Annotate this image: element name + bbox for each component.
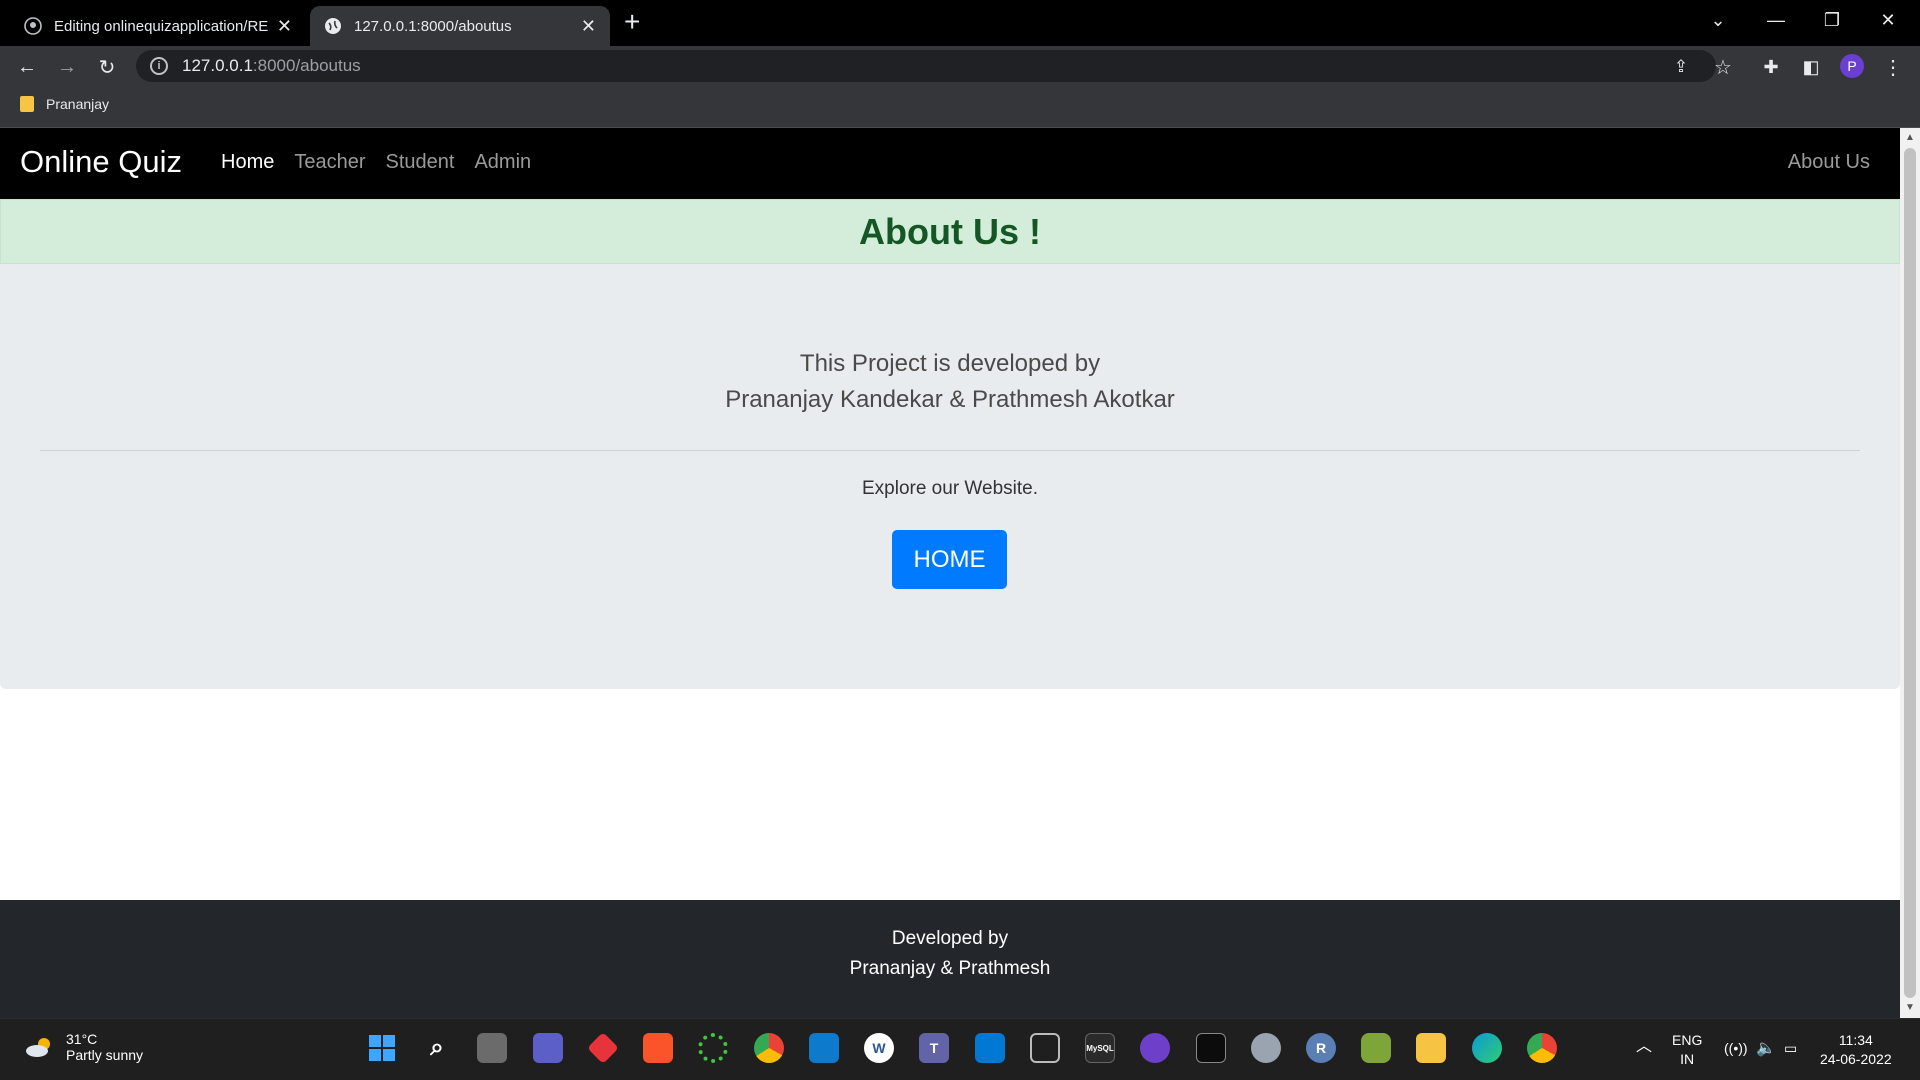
lead-line-2: Prananjay Kandekar & Prathmesh Akotkar	[725, 386, 1175, 413]
restore-button[interactable]: ❐	[1804, 0, 1860, 40]
developer-lead: This Project is developed by Prananjay K…	[0, 346, 1900, 418]
lead-line-1: This Project is developed by	[799, 350, 1101, 377]
r-icon[interactable]: R	[1306, 1033, 1336, 1063]
start-windows-icon[interactable]	[367, 1033, 397, 1063]
weather-widget[interactable]: 31°C Partly sunny	[24, 1031, 143, 1063]
app-blue-doc-icon[interactable]	[975, 1033, 1005, 1063]
back-icon[interactable]: ←	[14, 54, 40, 80]
region-code: IN	[1680, 1051, 1695, 1067]
nav-about-us[interactable]: About Us	[1788, 151, 1870, 174]
site-brand[interactable]: Online Quiz	[20, 144, 182, 180]
clock[interactable]: 11:34 24-06-2022	[1820, 1031, 1892, 1069]
battery-icon[interactable]: ▭	[1784, 1039, 1797, 1058]
jumbotron: This Project is developed by Prananjay K…	[0, 264, 1900, 689]
url-host: 127.0.0.1	[182, 56, 253, 75]
bookmark-star-icon[interactable]: ☆	[1710, 54, 1736, 80]
about-alert-banner: About Us !	[0, 199, 1900, 264]
windows-taskbar: 31°C Partly sunny ⌕ W T MySQL R ︿ ENG IN…	[0, 1018, 1920, 1080]
share-icon[interactable]: ⇪	[1668, 54, 1694, 80]
divider	[40, 450, 1860, 451]
app-green-ring-icon[interactable]	[698, 1033, 728, 1063]
temperature: 31°C	[66, 1031, 98, 1047]
app-cube-icon[interactable]	[1030, 1033, 1060, 1063]
weather-condition: Partly sunny	[66, 1047, 144, 1063]
github-desktop-icon[interactable]	[1140, 1033, 1170, 1063]
bookmarks-bar: Prananjay	[0, 86, 1920, 128]
chat-icon[interactable]	[533, 1033, 563, 1063]
browser-toolbar: ← → ↻ i 127.0.0.1:8000/aboutus ⇪ ☆ ✚ ◧ P…	[0, 46, 1920, 86]
address-bar[interactable]: i 127.0.0.1:8000/aboutus	[136, 50, 1716, 82]
footer-line-1: Developed by	[891, 928, 1009, 949]
site-info-icon[interactable]: i	[150, 57, 168, 75]
teams-icon[interactable]: T	[919, 1033, 949, 1063]
app-red-diamond-icon[interactable]	[587, 1032, 619, 1064]
reload-icon[interactable]: ↻	[94, 54, 120, 80]
new-tab-button[interactable]: +	[624, 8, 640, 36]
close-window-button[interactable]: ✕	[1860, 0, 1916, 40]
brave-icon[interactable]	[643, 1033, 673, 1063]
page-scrollbar[interactable]: ▲ ▼	[1900, 128, 1920, 1018]
tab-title: 127.0.0.1:8000/aboutus	[354, 17, 512, 35]
home-button[interactable]: HOME	[892, 530, 1007, 589]
forward-icon[interactable]: →	[54, 54, 80, 80]
minimize-button[interactable]: —	[1748, 0, 1804, 40]
edge-icon[interactable]	[1472, 1033, 1502, 1063]
profile-avatar[interactable]: P	[1840, 54, 1864, 78]
close-tab-icon[interactable]: ✕	[581, 16, 596, 37]
tab-title: Editing onlinequizapplication/RE	[54, 17, 269, 35]
url-path: :8000/aboutus	[252, 56, 361, 75]
github-icon	[24, 17, 42, 35]
date: 24-06-2022	[1820, 1051, 1892, 1067]
language-indicator[interactable]: ENG IN	[1672, 1031, 1702, 1069]
app-hexagon-icon[interactable]	[1361, 1033, 1391, 1063]
footer-line-2: Prananjay & Prathmesh	[849, 958, 1051, 979]
time: 11:34	[1838, 1032, 1873, 1048]
site-footer: Developed by Prananjay & Prathmesh	[0, 900, 1900, 1018]
word-icon[interactable]: W	[864, 1033, 894, 1063]
tray-chevron-icon[interactable]: ︿	[1636, 1037, 1652, 1056]
search-icon[interactable]: ⌕	[422, 1033, 452, 1063]
folder-icon	[20, 96, 34, 112]
language-code: ENG	[1672, 1032, 1703, 1048]
file-explorer-icon[interactable]	[1416, 1033, 1446, 1063]
browser-chrome: Editing onlinequizapplication/RE ✕ 127.0…	[0, 0, 1920, 128]
tab-search-icon[interactable]: ⌄	[1690, 0, 1746, 40]
tab-github-editor[interactable]: Editing onlinequizapplication/RE ✕	[10, 6, 306, 46]
tab-aboutus[interactable]: 127.0.0.1:8000/aboutus ✕	[310, 6, 610, 46]
bookmark-folder-prananjay[interactable]: Prananjay	[20, 96, 109, 112]
wifi-icon[interactable]: ((•))	[1724, 1039, 1748, 1058]
volume-icon[interactable]: 🔈	[1756, 1039, 1776, 1058]
nav-teacher[interactable]: Teacher	[294, 151, 365, 174]
scroll-thumb[interactable]	[1904, 148, 1916, 998]
globe-icon	[324, 17, 342, 35]
app-gear-icon[interactable]	[1251, 1033, 1281, 1063]
nav-home[interactable]: Home	[221, 151, 274, 174]
terminal-icon[interactable]	[1196, 1033, 1226, 1063]
chrome-icon[interactable]	[754, 1033, 784, 1063]
page-title: About Us !	[859, 210, 1041, 252]
tab-strip: Editing onlinequizapplication/RE ✕ 127.0…	[0, 0, 1920, 46]
nav-links: Home Teacher Student Admin	[221, 151, 531, 174]
explore-text: Explore our Website.	[861, 478, 1038, 499]
extensions-icon[interactable]: ✚	[1758, 54, 1784, 80]
scroll-up-icon[interactable]: ▲	[1904, 132, 1916, 143]
bookmark-label: Prananjay	[46, 96, 110, 112]
site-navbar: Online Quiz Home Teacher Student Admin A…	[0, 128, 1900, 199]
task-view-icon[interactable]	[477, 1033, 507, 1063]
web-page: Online Quiz Home Teacher Student Admin A…	[0, 128, 1900, 1018]
side-panel-icon[interactable]: ◧	[1798, 54, 1824, 80]
nav-student[interactable]: Student	[386, 151, 455, 174]
scroll-down-icon[interactable]: ▼	[1904, 1002, 1916, 1013]
mysql-icon[interactable]: MySQL	[1085, 1033, 1115, 1063]
menu-kebab-icon[interactable]: ⋮	[1880, 54, 1906, 80]
nav-admin[interactable]: Admin	[474, 151, 531, 174]
vscode-icon[interactable]	[809, 1033, 839, 1063]
chrome-active-icon[interactable]	[1527, 1033, 1557, 1063]
close-tab-icon[interactable]: ✕	[277, 16, 292, 37]
partly-sunny-icon	[26, 1038, 50, 1057]
